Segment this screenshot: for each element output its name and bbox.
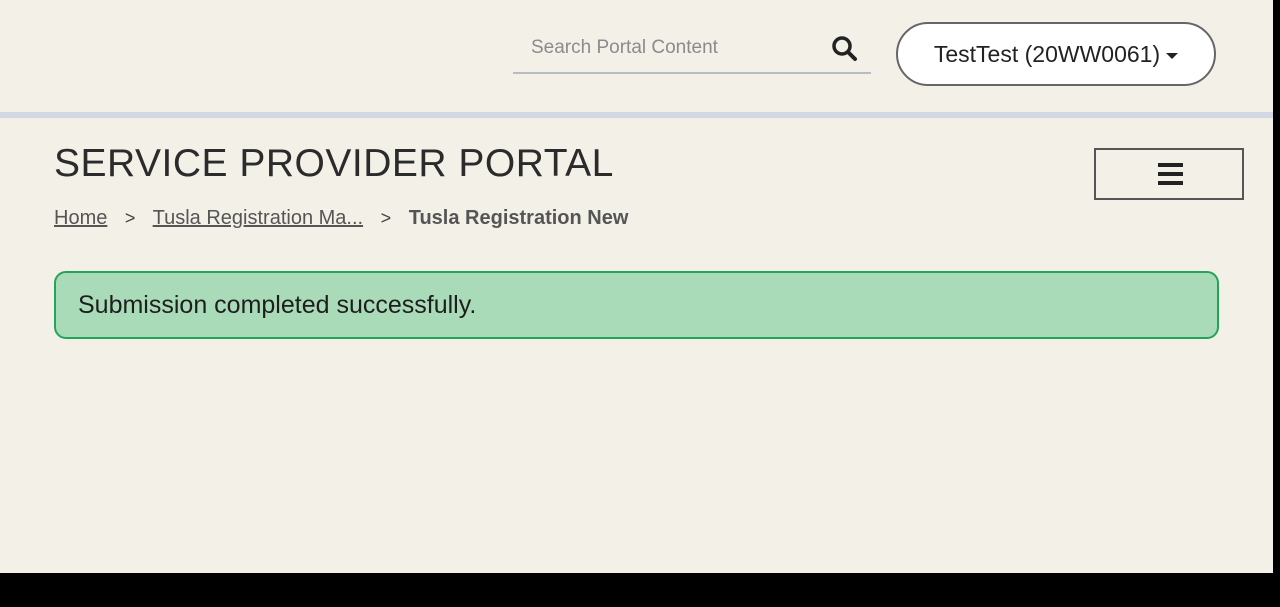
user-account-label: TestTest (20WW0061): [933, 40, 1161, 67]
search-box: [513, 26, 871, 74]
success-alert-message: Submission completed successfully.: [78, 290, 477, 319]
user-account-dropdown[interactable]: TestTest (20WW0061): [896, 22, 1216, 86]
success-alert: Submission completed successfully.: [54, 271, 1219, 339]
search-icon[interactable]: [829, 34, 859, 64]
page: TestTest (20WW0061) SERVICE PROVIDER POR…: [0, 0, 1273, 573]
hamburger-menu-button[interactable]: [1094, 148, 1244, 200]
hamburger-menu-icon: [1158, 163, 1183, 190]
breadcrumb-separator: >: [124, 208, 136, 228]
breadcrumb: Home > Tusla Registration Ma... > Tusla …: [54, 207, 628, 230]
header: TestTest (20WW0061): [0, 0, 1273, 112]
caret-down-icon: [1166, 52, 1179, 59]
breadcrumb-link-home[interactable]: Home: [54, 207, 107, 229]
breadcrumb-separator: >: [380, 208, 392, 228]
breadcrumb-link-tusla-registration[interactable]: Tusla Registration Ma...: [153, 207, 363, 229]
search-input[interactable]: [513, 26, 831, 70]
header-divider: [0, 112, 1273, 118]
breadcrumb-current: Tusla Registration New: [408, 207, 629, 229]
page-title: SERVICE PROVIDER PORTAL: [54, 142, 614, 185]
